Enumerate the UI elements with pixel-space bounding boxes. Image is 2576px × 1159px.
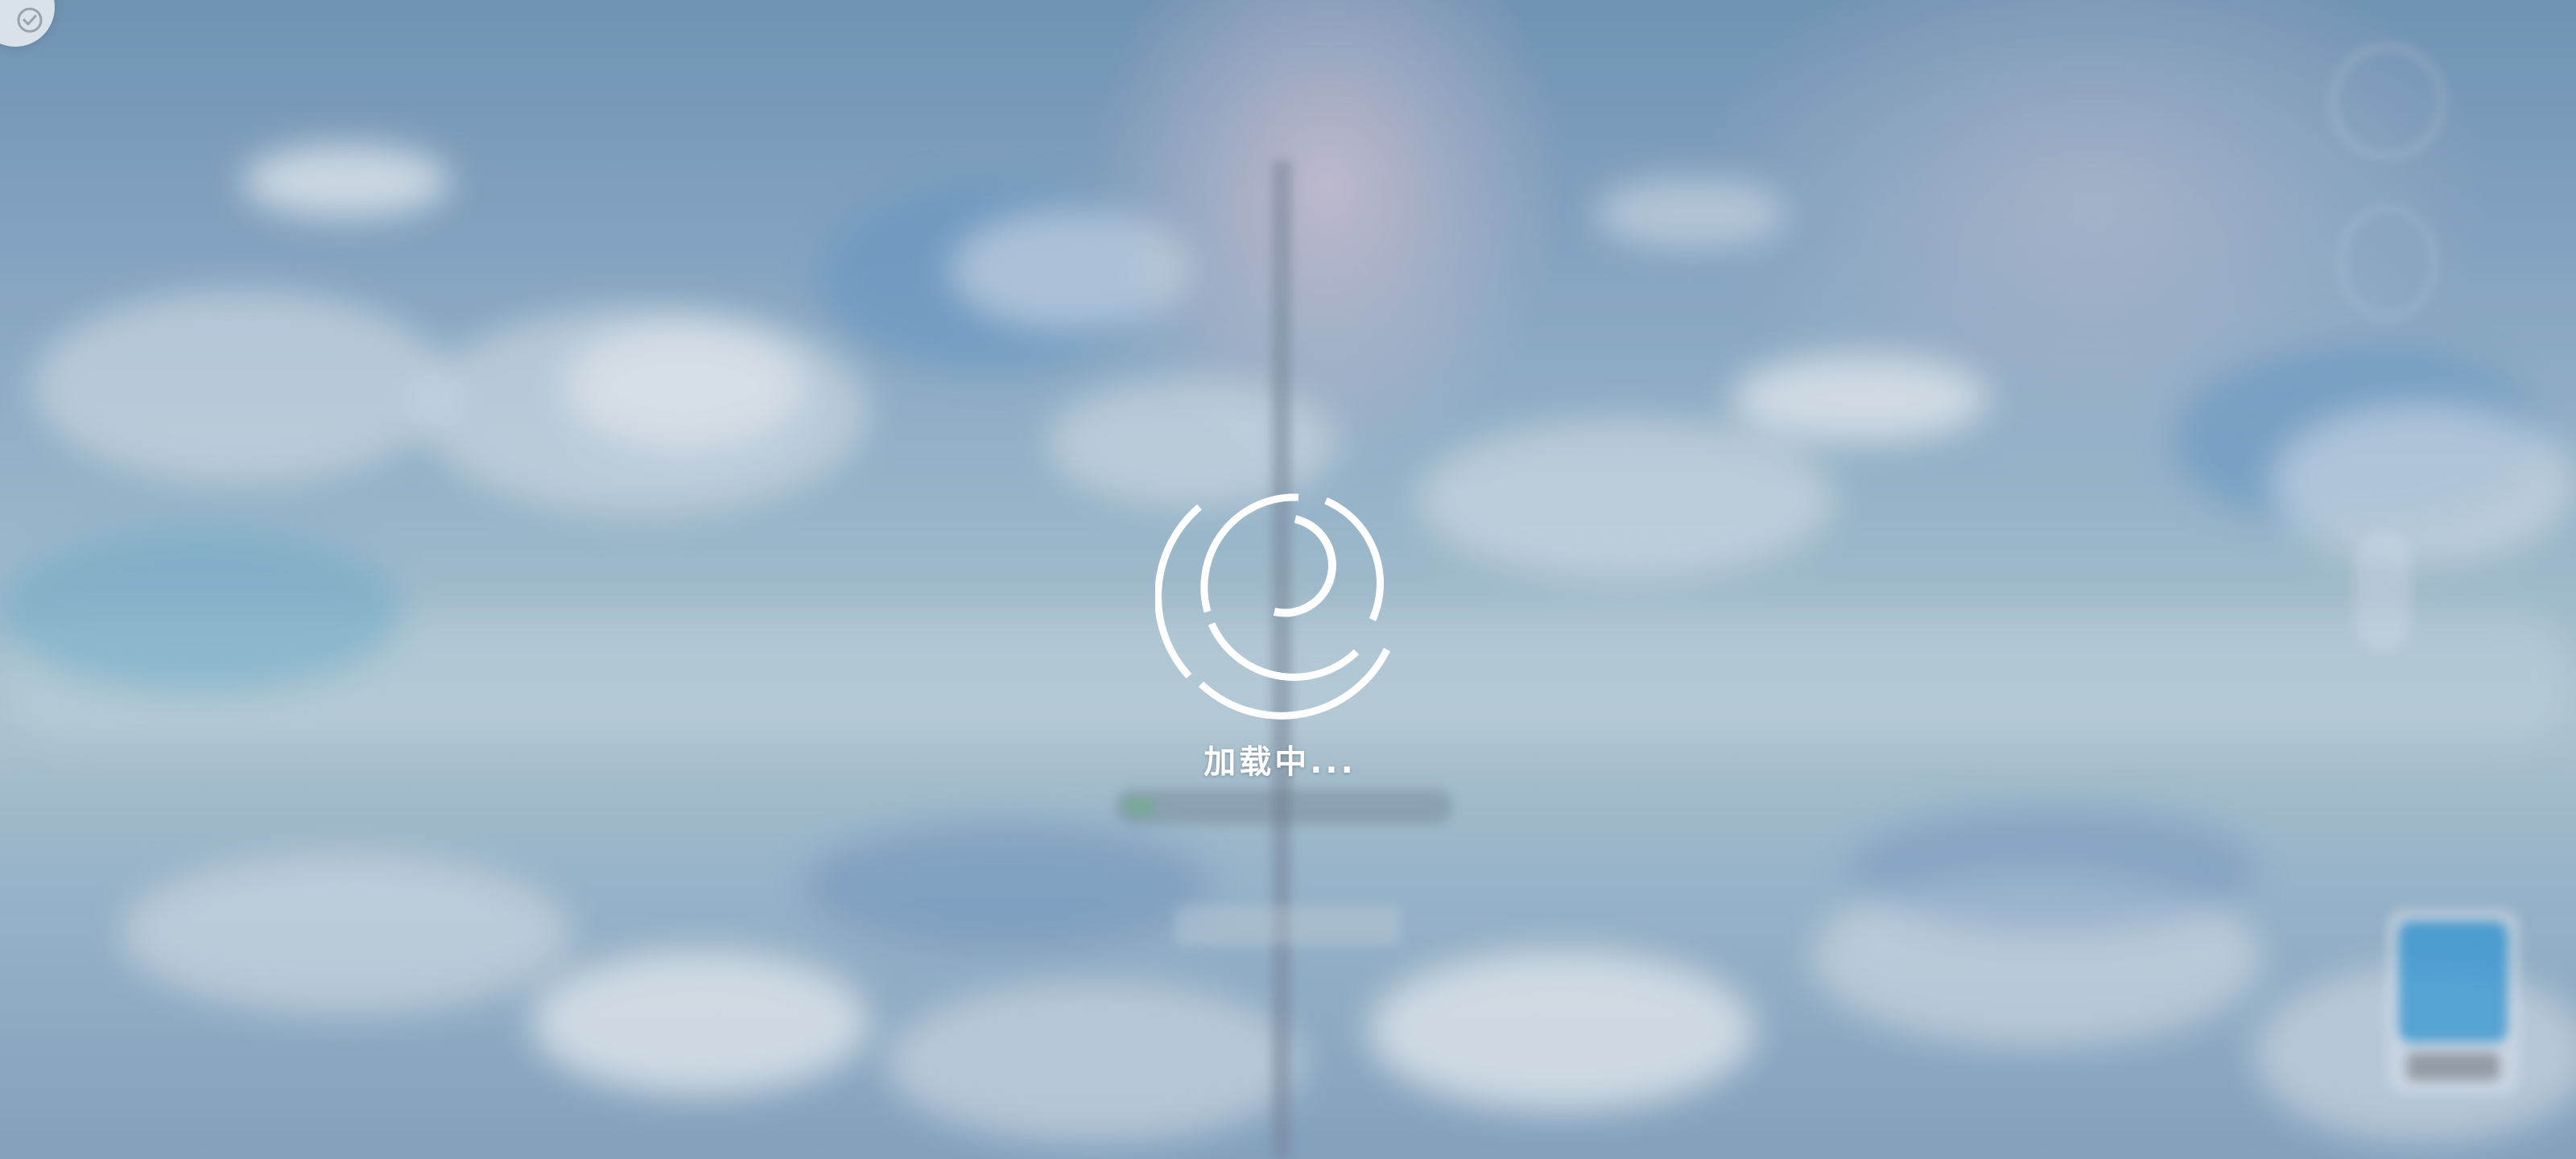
loading-spinner-icon [1155, 493, 1391, 720]
loading-indicator: 加载中... [1151, 491, 1409, 782]
shield-check-icon [17, 7, 43, 33]
game-scene: 加载中... [0, 0, 2576, 1159]
loading-label: 加载中... [1203, 744, 1356, 781]
